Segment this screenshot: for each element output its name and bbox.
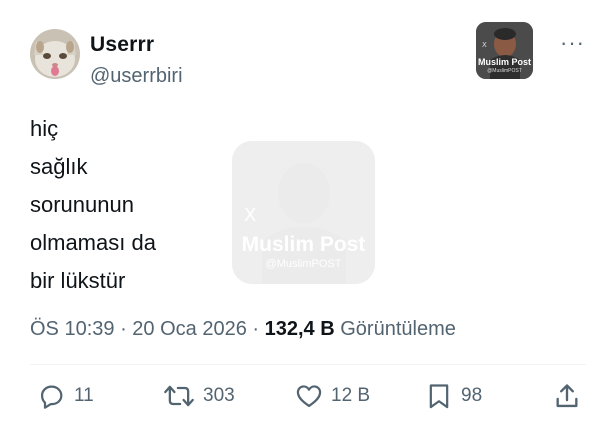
avatar[interactable] (30, 29, 80, 79)
tweet-line: sorununun (30, 192, 134, 217)
views-count: 132,4 B (264, 318, 335, 340)
retweet-count: 303 (203, 385, 235, 406)
bookmark-count: 98 (461, 385, 483, 406)
share-icon (553, 382, 581, 410)
watermark-title: Muslim Post (477, 57, 531, 67)
reply-button[interactable]: 11 (38, 381, 94, 411)
svg-text:X: X (482, 41, 487, 49)
meta-separator: · (246, 318, 265, 340)
bookmark-icon (425, 382, 453, 410)
meta-separator: · (114, 318, 133, 340)
watermark-subtitle: @MuslimPOST (487, 68, 522, 74)
reply-count: 11 (74, 385, 94, 406)
watermark-logo: X Muslim Post @MuslimPOST (476, 22, 533, 79)
retweet-icon (163, 382, 195, 410)
author-handle[interactable]: @userrbiri (90, 65, 183, 88)
tweet-line: bir lükstür (30, 268, 126, 293)
tweet-card: Userrr @userrbiri X Muslim Post @MuslimP… (0, 0, 603, 431)
tweet-date[interactable]: 20 Oca 2026 (132, 318, 247, 340)
views-label: Görüntüleme (340, 318, 456, 340)
like-button[interactable]: 12 B (295, 381, 370, 411)
tweet-time[interactable]: ÖS 10:39 (30, 318, 115, 340)
reply-icon (38, 382, 66, 410)
tweet-meta: ÖS 10:39 · 20 Oca 2026 · 132,4 B Görüntü… (30, 318, 456, 341)
author-name[interactable]: Userrr (90, 33, 154, 57)
divider (30, 364, 586, 365)
heart-icon (295, 382, 323, 410)
more-options-icon[interactable]: ··· (560, 32, 590, 54)
bookmark-button[interactable]: 98 (425, 381, 482, 411)
tweet-text: hiç sağlık sorununun olmaması da bir lük… (30, 110, 330, 300)
share-button[interactable] (553, 381, 581, 411)
like-count: 12 B (331, 385, 371, 406)
tweet-line: hiç (30, 116, 59, 141)
tweet-line: olmaması da (30, 230, 156, 255)
retweet-button[interactable]: 303 (163, 381, 235, 411)
tweet-line: sağlık (30, 154, 88, 179)
